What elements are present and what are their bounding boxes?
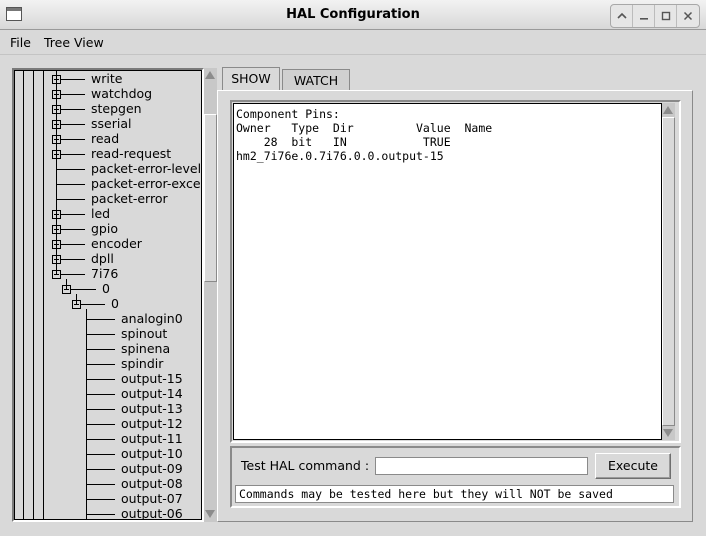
tree-guide-line	[43, 71, 44, 519]
show-text-line: hm2_7i76e.0.7i76.0.0.output-15	[236, 149, 444, 163]
tree-guide-line	[33, 71, 34, 519]
tree-node-label[interactable]: output-13	[121, 402, 183, 416]
scroll-down-icon[interactable]	[663, 429, 673, 437]
tree-connector	[56, 199, 85, 200]
tree-node-label[interactable]: 0	[102, 282, 110, 296]
tree-node-label[interactable]: write	[91, 72, 122, 86]
tree-node-label[interactable]: output-06	[121, 507, 183, 520]
tree-connector	[86, 349, 115, 350]
tree-connector	[86, 514, 115, 515]
tree-node-label[interactable]: output-15	[121, 372, 183, 386]
tree-node-label[interactable]: packet-error	[91, 192, 168, 206]
show-text-line: Component Pins:	[236, 107, 340, 121]
tree-connector	[86, 424, 115, 425]
show-scrollbar[interactable]	[662, 103, 675, 440]
tree-node-label[interactable]: sserial	[91, 117, 131, 131]
tree-node-label[interactable]: read-request	[91, 147, 171, 161]
tree-guide-line	[86, 309, 87, 519]
tree-node-label[interactable]: output-08	[121, 477, 183, 491]
tree-node-label[interactable]: output-14	[121, 387, 183, 401]
scroll-down-icon[interactable]	[205, 510, 215, 518]
maximize-icon[interactable]	[655, 5, 677, 27]
tree-pane: write watchdog stepgen sserial read read-requ…	[12, 68, 204, 522]
tree-node-label[interactable]: packet-error-exceeded	[91, 177, 201, 191]
tree-node-label[interactable]: output-09	[121, 462, 183, 476]
tree-connector	[86, 319, 115, 320]
tree-node-label[interactable]: encoder	[91, 237, 142, 251]
tree-node-label[interactable]: read	[91, 132, 119, 146]
tab-show[interactable]: SHOW	[222, 67, 280, 91]
close-icon[interactable]	[677, 5, 699, 27]
show-text-area[interactable]: Component Pins: Owner Type Dir Value Name…	[233, 103, 662, 440]
tree-node-label[interactable]: output-11	[121, 432, 183, 446]
tree-connector	[86, 454, 115, 455]
tree-guide-line	[56, 71, 57, 274]
tree-node-label[interactable]: spinena	[121, 342, 170, 356]
tree-connector	[86, 499, 115, 500]
tree-connector	[56, 169, 85, 170]
tree-node-label[interactable]: output-07	[121, 492, 183, 506]
tree-connector	[86, 484, 115, 485]
tree-node-label[interactable]: analogin0	[121, 312, 183, 326]
tree-scrollbar[interactable]	[204, 68, 217, 522]
tree-node-label[interactable]: 0	[111, 297, 119, 311]
command-input[interactable]	[375, 457, 588, 475]
tree-guide-line	[76, 294, 77, 304]
tree-node-label[interactable]: gpio	[91, 222, 118, 236]
tree-connector	[86, 379, 115, 380]
tree-node-label[interactable]: 7i76	[91, 267, 118, 281]
menu-tree-view[interactable]: Tree View	[44, 35, 104, 50]
tree-connector	[86, 394, 115, 395]
tree-node-label[interactable]: dpll	[91, 252, 114, 266]
tree-node-label[interactable]: watchdog	[91, 87, 152, 101]
tree-node-label[interactable]: packet-error-level	[91, 162, 201, 176]
tree-node-label[interactable]: stepgen	[91, 102, 142, 116]
tree-connector	[86, 469, 115, 470]
menu-bar: File Tree View	[0, 31, 706, 55]
scroll-up-icon[interactable]	[663, 106, 673, 114]
command-label: Test HAL command :	[241, 458, 370, 473]
tree-connector	[56, 184, 85, 185]
tree-connector	[86, 409, 115, 410]
tree-connector	[86, 439, 115, 440]
tree-node-label[interactable]: output-10	[121, 447, 183, 461]
tree-node-label[interactable]: output-12	[121, 417, 183, 431]
show-text-line: Owner Type Dir Value Name	[236, 121, 493, 135]
tree-scroll-thumb[interactable]	[204, 114, 217, 282]
tree-guide-line	[23, 71, 24, 519]
execute-button[interactable]: Execute	[595, 453, 671, 479]
tree-node-label[interactable]: led	[91, 207, 110, 221]
tab-watch[interactable]: WATCH	[282, 69, 350, 91]
command-status: Commands may be tested here but they wil…	[235, 485, 674, 503]
minimize-icon[interactable]	[633, 5, 655, 27]
window-controls	[610, 4, 700, 28]
title-bar: HAL Configuration	[0, 0, 706, 30]
tree-connector	[86, 364, 115, 365]
menu-file[interactable]: File	[10, 35, 31, 50]
tree-node-label[interactable]: spindir	[121, 357, 163, 371]
tree-view[interactable]: write watchdog stepgen sserial read read-requ…	[14, 70, 202, 520]
tree-guide-line	[66, 279, 67, 289]
show-scroll-thumb[interactable]	[662, 117, 675, 426]
tree-connector	[86, 334, 115, 335]
shade-icon[interactable]	[611, 5, 633, 27]
show-text-line: 28 bit IN TRUE	[236, 135, 451, 149]
scroll-up-icon[interactable]	[205, 71, 215, 79]
tree-node-label[interactable]: spinout	[121, 327, 167, 341]
window-title: HAL Configuration	[286, 7, 420, 22]
